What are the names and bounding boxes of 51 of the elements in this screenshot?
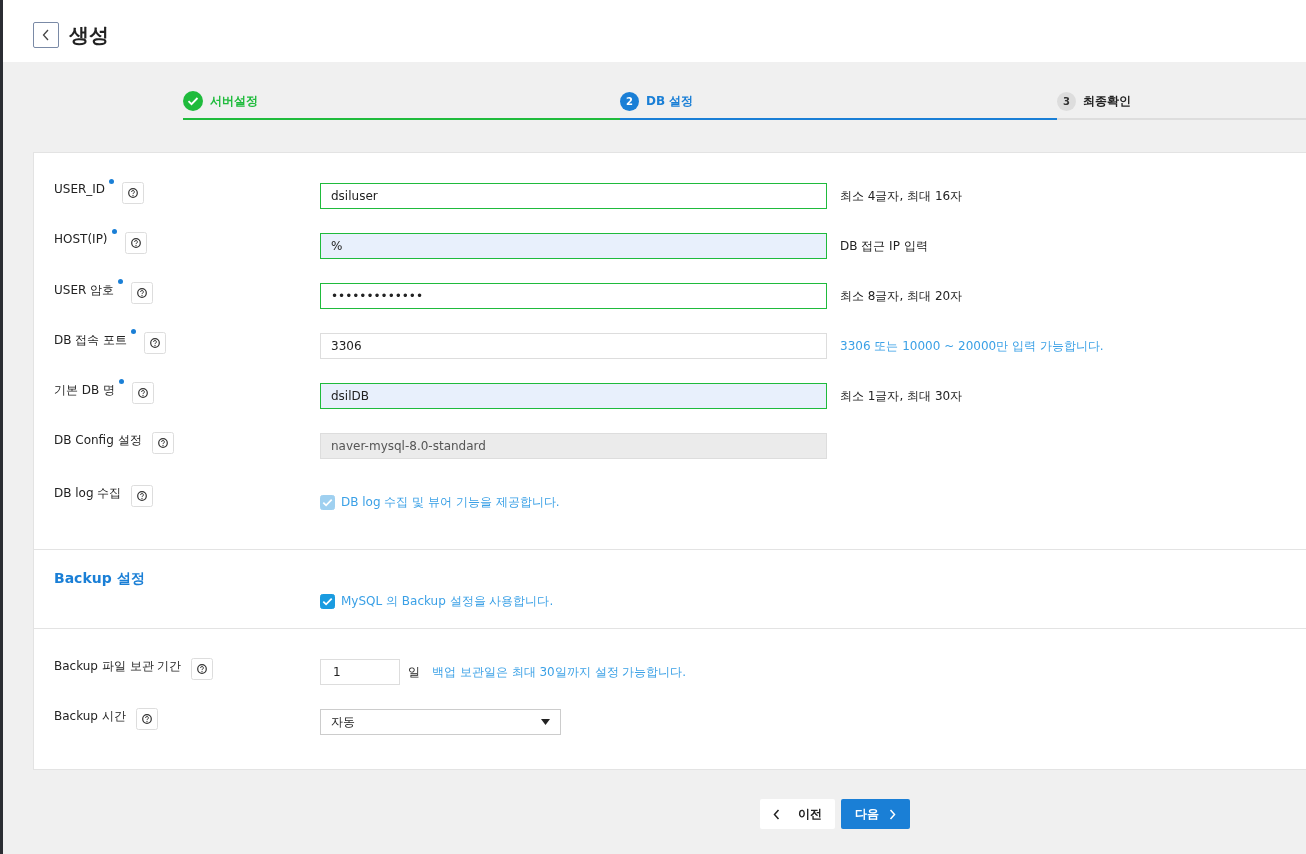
input-field[interactable]: dsiluser bbox=[320, 183, 827, 209]
input-field[interactable]: 1 bbox=[320, 659, 400, 685]
step-tab[interactable]: 3 최종확인 bbox=[1057, 90, 1306, 120]
field-label: Backup 시간 bbox=[54, 708, 126, 725]
help-icon[interactable] bbox=[144, 332, 167, 354]
input-field[interactable]: ••••••••••••• bbox=[320, 283, 827, 309]
step-number: 3 bbox=[1057, 91, 1076, 111]
field-label: 기본 DB 명 bbox=[54, 382, 116, 399]
section-title: Backup 설정 bbox=[54, 570, 146, 588]
chevron-right-icon bbox=[889, 808, 896, 820]
field-label: USER_ID bbox=[54, 182, 106, 196]
dropdown-arrow-icon bbox=[541, 719, 550, 725]
field-label: Backup 파일 보관 기간 bbox=[54, 658, 182, 675]
checkbox-label: DB log 수집 및 뷰어 기능을 제공합니다. bbox=[341, 493, 560, 511]
readonly-field: naver-mysql-8.0-standard bbox=[320, 433, 827, 459]
help-icon[interactable] bbox=[191, 658, 214, 680]
input-field[interactable]: 3306 bbox=[320, 333, 827, 359]
field-hint: 최소 1글자, 최대 30자 bbox=[840, 387, 963, 405]
help-icon[interactable] bbox=[122, 182, 145, 204]
field-label: DB Config 설정 bbox=[54, 432, 142, 449]
help-icon[interactable] bbox=[135, 708, 158, 730]
previous-button[interactable]: 이전 bbox=[760, 799, 835, 829]
step-number: 2 bbox=[620, 91, 639, 111]
field-label: HOST(IP) bbox=[54, 232, 108, 246]
field-label: DB log 수집 bbox=[54, 485, 122, 502]
field-hint: 최소 4글자, 최대 16자 bbox=[840, 187, 963, 205]
help-icon[interactable] bbox=[131, 282, 154, 304]
next-button[interactable]: 다음 bbox=[841, 799, 910, 829]
input-field[interactable]: dsilDB bbox=[320, 383, 827, 409]
back-button[interactable] bbox=[33, 22, 59, 48]
page-title: 생성 bbox=[69, 21, 109, 49]
help-icon[interactable] bbox=[124, 232, 147, 254]
field-label: DB 접속 포트 bbox=[54, 332, 128, 349]
field-hint: 3306 또는 10000 ~ 20000만 입력 가능합니다. bbox=[840, 337, 1104, 355]
field-label: USER 암호 bbox=[54, 282, 115, 299]
check-circle-icon bbox=[183, 91, 203, 111]
unit-label: 일 bbox=[408, 663, 420, 681]
step-label: 최종확인 bbox=[1083, 92, 1131, 110]
help-icon[interactable] bbox=[132, 382, 155, 404]
input-field[interactable]: % bbox=[320, 233, 827, 259]
step-label: DB 설정 bbox=[646, 92, 694, 110]
checkbox-label: MySQL 의 Backup 설정을 사용합니다. bbox=[341, 592, 554, 610]
step-tab[interactable]: 2 DB 설정 bbox=[620, 90, 1057, 120]
field-hint: 최소 8글자, 최대 20자 bbox=[840, 287, 963, 305]
checkbox[interactable] bbox=[320, 593, 335, 609]
chevron-left-icon bbox=[42, 29, 50, 41]
select-dropdown[interactable]: 자동 bbox=[320, 709, 561, 735]
field-hint: 백업 보관일은 최대 30일까지 설정 가능합니다. bbox=[432, 663, 687, 681]
field-hint: DB 접근 IP 입력 bbox=[840, 237, 928, 255]
chevron-left-icon bbox=[773, 808, 780, 820]
step-label: 서버설정 bbox=[210, 92, 258, 110]
